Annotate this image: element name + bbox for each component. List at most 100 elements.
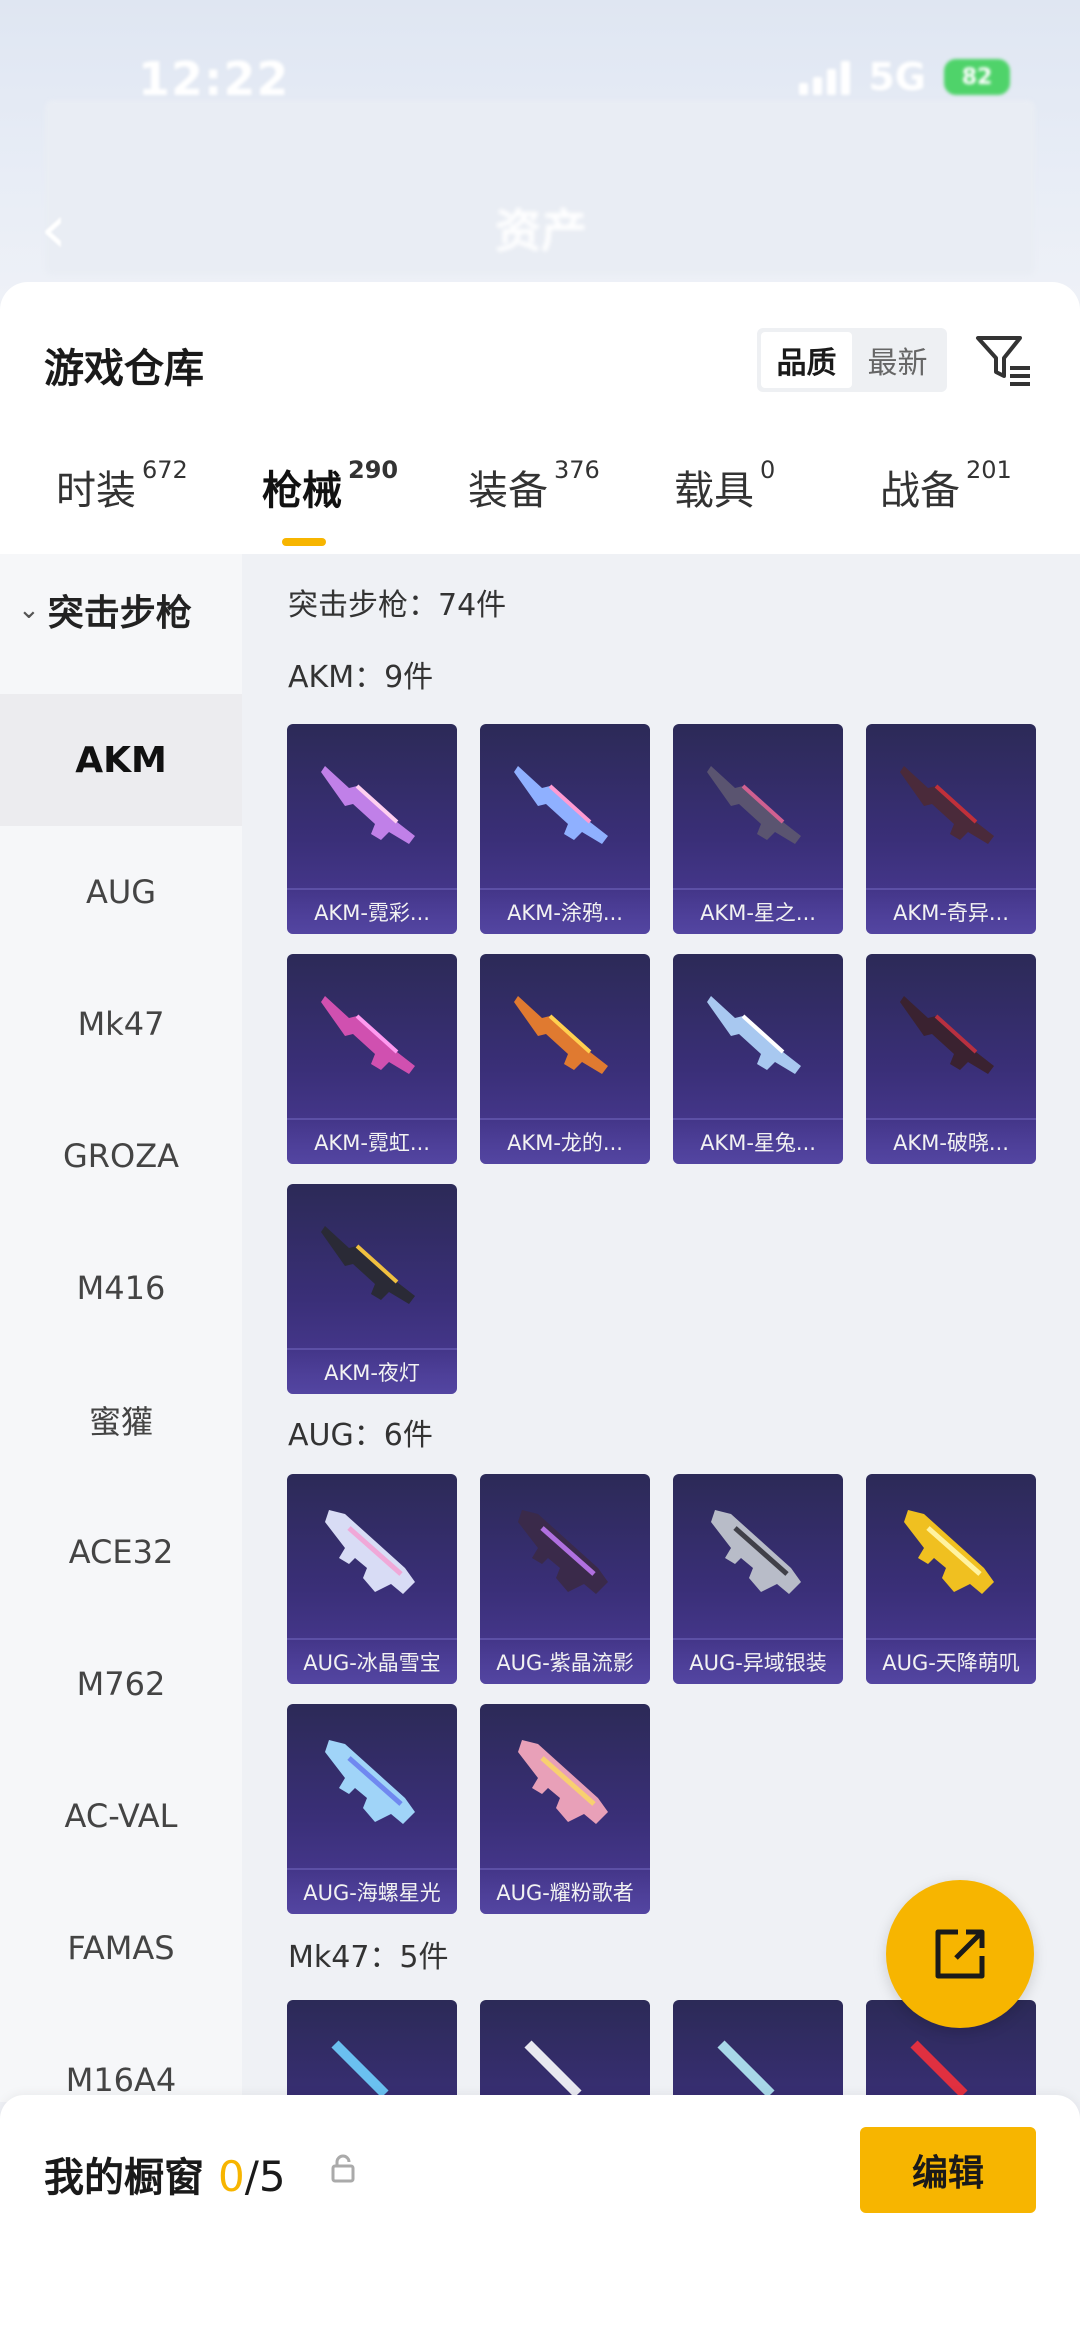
rifle-icon bbox=[321, 996, 415, 1074]
skin-card[interactable]: AUG-海螺星光 bbox=[287, 1704, 457, 1914]
skin-card[interactable]: AUG-耀粉歌者 bbox=[480, 1704, 650, 1914]
sidebar-item-m16a4[interactable]: M16A4 bbox=[0, 2014, 242, 2102]
showcase-count-current: 0 bbox=[218, 2152, 245, 2201]
tab-fashion[interactable]: 时装 672 bbox=[56, 456, 188, 516]
tab-label: 战备 bbox=[880, 468, 960, 514]
rifle-icon bbox=[717, 2040, 775, 2098]
tab-label: 时装 bbox=[56, 468, 136, 514]
tab-count: 672 bbox=[142, 456, 188, 484]
page-title: 资产 bbox=[495, 204, 587, 258]
skin-card[interactable]: AKM-霓虹... bbox=[287, 954, 457, 1164]
rifle-icon bbox=[707, 996, 801, 1074]
skin-card[interactable]: AKM-霓彩... bbox=[287, 724, 457, 934]
skin-name: AUG-天降萌叽 bbox=[866, 1640, 1036, 1684]
sidebar-item-ac-val[interactable]: AC-VAL bbox=[0, 1750, 242, 1882]
skin-name: AKM-霓彩... bbox=[287, 890, 457, 934]
rifle-icon bbox=[325, 1510, 415, 1594]
tab-vehicles[interactable]: 载具 0 bbox=[674, 456, 775, 516]
showcase-count: 0/5 bbox=[218, 2152, 286, 2201]
skin-name: AUG-海螺星光 bbox=[287, 1870, 457, 1914]
sidebar-item-akm[interactable]: AKM bbox=[0, 694, 242, 826]
sidebar-item-ace32[interactable]: ACE32 bbox=[0, 1486, 242, 1618]
rifle-icon bbox=[321, 1226, 415, 1304]
tab-firearms[interactable]: 枪械 290 bbox=[262, 456, 399, 516]
tab-label: 装备 bbox=[468, 468, 548, 514]
rifle-icon bbox=[331, 2040, 389, 2098]
chevron-left-icon[interactable]: ‹ bbox=[40, 190, 67, 269]
skin-name: AKM-星之... bbox=[673, 890, 843, 934]
skin-card[interactable]: AKM-龙的... bbox=[480, 954, 650, 1164]
skin-name: AKM-霓虹... bbox=[287, 1120, 457, 1164]
tab-count: 201 bbox=[966, 456, 1012, 484]
sidebar-category[interactable]: ⌄ 突击步枪 bbox=[18, 584, 192, 636]
sort-toggle: 品质 最新 bbox=[757, 328, 947, 392]
rifle-icon bbox=[711, 1510, 801, 1594]
chevron-down-icon: ⌄ bbox=[18, 595, 40, 625]
rifle-icon bbox=[321, 766, 415, 844]
skin-name: AKM-星兔... bbox=[673, 1120, 843, 1164]
rifle-icon bbox=[904, 1510, 994, 1594]
skin-card[interactable]: AKM-涂鸦... bbox=[480, 724, 650, 934]
rifle-icon bbox=[900, 996, 994, 1074]
status-time: 12:22 bbox=[138, 52, 290, 106]
skin-card[interactable]: AKM-星兔... bbox=[673, 954, 843, 1164]
skin-name: AUG-异域银装 bbox=[673, 1640, 843, 1684]
sidebar-item-m416[interactable]: M416 bbox=[0, 1222, 242, 1354]
sort-quality-button[interactable]: 品质 bbox=[761, 332, 852, 388]
active-tab-indicator bbox=[282, 538, 326, 546]
skin-card[interactable] bbox=[480, 2000, 650, 2102]
showcase-title: 我的橱窗 bbox=[44, 2155, 204, 2201]
group-title-akm: AKM：9件 bbox=[288, 660, 434, 695]
sidebar-item-aug[interactable]: AUG bbox=[0, 826, 242, 958]
skin-card[interactable]: AKM-破晓... bbox=[866, 954, 1036, 1164]
sidebar-category-label: 突击步枪 bbox=[47, 593, 192, 634]
sidebar-item-honey-badger[interactable]: 蜜獾 bbox=[0, 1354, 242, 1486]
rifle-icon bbox=[514, 766, 608, 844]
network-label: 5G bbox=[868, 55, 926, 99]
weapon-sidebar: ⌄ 突击步枪 AKM AUG Mk47 GROZA M416 蜜獾 ACE32 … bbox=[0, 554, 242, 2102]
category-tabs: 时装 672 枪械 290 装备 376 载具 0 战备 201 bbox=[0, 456, 1080, 558]
tab-count: 376 bbox=[554, 456, 600, 484]
sidebar-item-m762[interactable]: M762 bbox=[0, 1618, 242, 1750]
skin-card[interactable]: AKM-星之... bbox=[673, 724, 843, 934]
skin-card[interactable]: AUG-异域银装 bbox=[673, 1474, 843, 1684]
skin-name: AKM-奇异... bbox=[866, 890, 1036, 934]
share-button[interactable] bbox=[886, 1880, 1034, 2028]
skin-name: AUG-紫晶流影 bbox=[480, 1640, 650, 1684]
signal-icon bbox=[799, 59, 851, 95]
rifle-icon bbox=[910, 2040, 968, 2098]
warehouse-sheet: 游戏仓库 品质 最新 时装 672 枪械 290 装备 376 载具 0 战备 201 ⌄… bbox=[0, 282, 1080, 2102]
sidebar-item-groza[interactable]: GROZA bbox=[0, 1090, 242, 1222]
skin-card[interactable]: AUG-冰晶雪宝 bbox=[287, 1474, 457, 1684]
status-indicators: 5G 82 bbox=[799, 55, 1010, 99]
tab-count: 290 bbox=[348, 456, 399, 484]
tab-label: 枪械 bbox=[262, 468, 342, 514]
group-title-aug: AUG：6件 bbox=[288, 1418, 433, 1453]
group-title-mk47: Mk47：5件 bbox=[288, 1940, 449, 1975]
rifle-icon bbox=[518, 1510, 608, 1594]
battery-icon: 82 bbox=[944, 59, 1010, 95]
sidebar-item-mk47[interactable]: Mk47 bbox=[0, 958, 242, 1090]
skin-name: AKM-夜灯 bbox=[287, 1350, 457, 1394]
showcase-label: 我的橱窗 0/5 bbox=[44, 2145, 286, 2203]
rifle-icon bbox=[900, 766, 994, 844]
rifle-icon bbox=[325, 1740, 415, 1824]
tab-tactical[interactable]: 战备 201 bbox=[880, 456, 1012, 516]
skin-card[interactable]: AUG-天降萌叽 bbox=[866, 1474, 1036, 1684]
skin-card[interactable]: AKM-夜灯 bbox=[287, 1184, 457, 1394]
skin-card[interactable]: AKM-奇异... bbox=[866, 724, 1036, 934]
top-background: 12:22 5G 82 ‹ 资产 bbox=[0, 0, 1080, 300]
showcase-count-total: /5 bbox=[244, 2152, 286, 2201]
filter-icon[interactable] bbox=[972, 328, 1034, 390]
skin-name: AUG-冰晶雪宝 bbox=[287, 1640, 457, 1684]
skin-card[interactable]: AUG-紫晶流影 bbox=[480, 1474, 650, 1684]
skin-card[interactable] bbox=[673, 2000, 843, 2102]
sidebar-item-famas[interactable]: FAMAS bbox=[0, 1882, 242, 2014]
rifle-icon bbox=[518, 1740, 608, 1824]
tab-label: 载具 bbox=[674, 468, 754, 514]
share-out-icon bbox=[935, 1929, 985, 1979]
sort-latest-button[interactable]: 最新 bbox=[852, 332, 943, 388]
skin-card[interactable] bbox=[287, 2000, 457, 2102]
edit-button[interactable]: 编辑 bbox=[860, 2127, 1036, 2213]
tab-equipment[interactable]: 装备 376 bbox=[468, 456, 600, 516]
